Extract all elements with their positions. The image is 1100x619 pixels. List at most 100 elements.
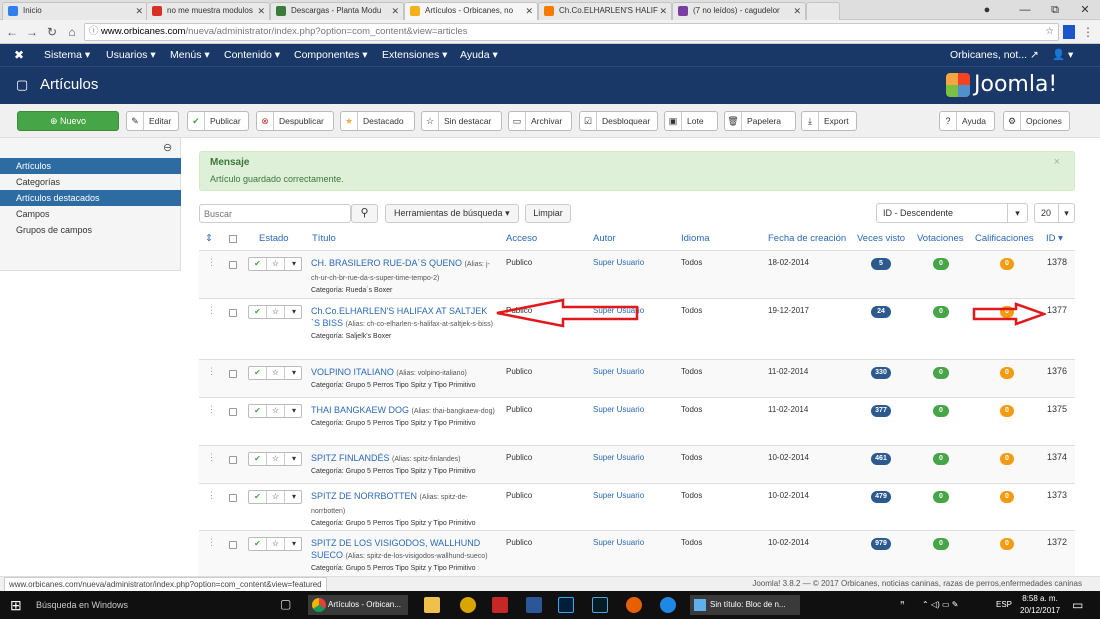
minimize-button[interactable]: —: [1010, 0, 1040, 20]
row-checkbox[interactable]: [229, 261, 237, 269]
col-author[interactable]: Autor: [593, 233, 616, 244]
export-button[interactable]: ⤓ Export: [801, 111, 857, 131]
published-check-icon[interactable]: ✔: [249, 306, 267, 318]
unpublish-button[interactable]: ⊗ Despublicar: [256, 111, 334, 131]
actions-dropdown-icon[interactable]: ▾: [285, 491, 303, 503]
site-link[interactable]: Orbicanes, not... ↗: [950, 44, 1039, 66]
new-tab-button[interactable]: [806, 2, 840, 20]
published-check-icon[interactable]: ✔: [249, 367, 267, 379]
menu-usuarios[interactable]: Usuarios ▾: [106, 44, 156, 66]
row-checkbox[interactable]: [229, 370, 237, 378]
featured-star-icon[interactable]: ☆: [267, 306, 285, 318]
actions-dropdown-icon[interactable]: ▾: [285, 405, 303, 417]
close-window-button[interactable]: ✕: [1070, 0, 1100, 20]
taskbar-notepad-app[interactable]: Sin título: Bloc de n...: [690, 595, 800, 615]
close-icon[interactable]: ✕: [659, 3, 667, 19]
menu-sistema[interactable]: Sistema ▾: [44, 44, 90, 66]
col-hits[interactable]: Veces visto: [857, 233, 905, 244]
close-icon[interactable]: ✕: [257, 3, 265, 19]
menu-contenido[interactable]: Contenido ▾: [224, 44, 280, 66]
batch-button[interactable]: ▣ Lote: [664, 111, 718, 131]
home-icon[interactable]: ⌂: [64, 23, 80, 41]
photoshop-icon[interactable]: [558, 597, 574, 613]
author-link[interactable]: Super Usuario: [593, 538, 644, 547]
col-id[interactable]: ID ▾: [1046, 233, 1063, 244]
actions-dropdown-icon[interactable]: ▾: [285, 306, 303, 318]
new-button[interactable]: ⊕ Nuevo: [17, 111, 119, 131]
browser-tab-1[interactable]: no me muestra modulos ✕: [146, 2, 270, 20]
info-icon[interactable]: ⓘ: [89, 24, 99, 40]
article-title-link[interactable]: SPITZ FINLANDÉS: [311, 453, 390, 463]
file-explorer-icon[interactable]: [424, 597, 440, 613]
menu-extensiones[interactable]: Extensiones ▾: [382, 44, 447, 66]
actions-dropdown-icon[interactable]: ▾: [285, 367, 303, 379]
published-check-icon[interactable]: ✔: [249, 491, 267, 503]
col-date[interactable]: Fecha de creación: [768, 233, 846, 244]
edge-icon[interactable]: [660, 597, 676, 613]
featured-star-icon[interactable]: ☆: [267, 405, 285, 417]
col-title[interactable]: Título: [312, 233, 336, 244]
edit-button[interactable]: ✎ Editar: [126, 111, 179, 131]
author-link[interactable]: Super Usuario: [593, 367, 644, 376]
col-language[interactable]: Idioma: [681, 233, 710, 244]
limit-select[interactable]: 20 ▾: [1034, 203, 1075, 223]
author-link[interactable]: Super Usuario: [593, 405, 644, 414]
drag-handle-icon[interactable]: ⋮: [207, 257, 216, 268]
row-checkbox[interactable]: [229, 408, 237, 416]
featured-button[interactable]: ★ Destacado: [340, 111, 415, 131]
people-icon[interactable]: ꟸ: [900, 595, 905, 615]
article-title-link[interactable]: SPITZ DE NORRBOTTEN: [311, 491, 417, 501]
firefox-icon[interactable]: [626, 597, 642, 613]
browser-tab-0[interactable]: Inicio ✕: [2, 2, 148, 20]
taskbar-chrome-app[interactable]: Artículos - Orbican...: [308, 595, 408, 615]
close-icon[interactable]: ×: [1054, 156, 1060, 168]
featured-star-icon[interactable]: ☆: [267, 367, 285, 379]
lightroom-icon[interactable]: [592, 597, 608, 613]
sidebar-item-categorias[interactable]: Categorías: [0, 174, 181, 190]
author-link[interactable]: Super Usuario: [593, 453, 644, 462]
published-check-icon[interactable]: ✔: [249, 405, 267, 417]
browser-tab-3[interactable]: Artículos - Orbicanes, no ✕: [404, 2, 538, 20]
ordering-sort-icon[interactable]: ⇕: [205, 233, 213, 244]
published-check-icon[interactable]: ✔: [249, 538, 267, 550]
sidebar-item-articulos[interactable]: Artículos: [0, 158, 181, 174]
menu-menus[interactable]: Menús ▾: [170, 44, 210, 66]
drag-handle-icon[interactable]: ⋮: [207, 452, 216, 463]
col-access[interactable]: Acceso: [506, 233, 537, 244]
row-checkbox[interactable]: [229, 309, 237, 317]
author-link[interactable]: Super Usuario: [593, 258, 644, 267]
actions-dropdown-icon[interactable]: ▾: [285, 453, 303, 465]
published-check-icon[interactable]: ✔: [249, 453, 267, 465]
browser-tab-5[interactable]: (7 no leídos) - cagudelor ✕: [672, 2, 806, 20]
search-tools-button[interactable]: Herramientas de búsqueda ▾: [385, 204, 519, 223]
author-link[interactable]: Super Usuario: [593, 491, 644, 500]
drag-handle-icon[interactable]: ⋮: [207, 490, 216, 501]
featured-star-icon[interactable]: ☆: [267, 258, 285, 270]
sidebar-item-destacados[interactable]: Artículos destacados: [0, 190, 181, 206]
windows-start-icon[interactable]: ⊞: [10, 597, 22, 614]
notifications-icon[interactable]: ▭: [1072, 595, 1083, 615]
published-check-icon[interactable]: ✔: [249, 258, 267, 270]
word-icon[interactable]: [526, 597, 542, 613]
filezilla-icon[interactable]: [492, 597, 508, 613]
search-input[interactable]: [199, 204, 351, 223]
row-checkbox[interactable]: [229, 494, 237, 502]
browser-tab-4[interactable]: Ch.Co.ELHARLEN'S HALIF ✕: [538, 2, 672, 20]
drag-handle-icon[interactable]: ⋮: [207, 305, 216, 316]
close-icon[interactable]: ✕: [525, 3, 533, 19]
featured-star-icon[interactable]: ☆: [267, 491, 285, 503]
reload-icon[interactable]: ↻: [44, 23, 60, 41]
clear-button[interactable]: Limpiar: [525, 204, 571, 223]
sidebar-item-campos[interactable]: Campos: [0, 206, 181, 222]
drag-handle-icon[interactable]: ⋮: [207, 366, 216, 377]
article-title-link[interactable]: THAI BANGKAEW DOG: [311, 405, 409, 415]
article-title-link[interactable]: CH. BRASILERO RUE-DA´S QUENO: [311, 258, 462, 268]
drag-handle-icon[interactable]: ⋮: [207, 537, 216, 548]
language-indicator[interactable]: ESP: [996, 595, 1012, 615]
unfeatured-button[interactable]: ☆ Sin destacar: [421, 111, 502, 131]
task-view-icon[interactable]: ▢: [280, 597, 291, 611]
drag-handle-icon[interactable]: ⋮: [207, 404, 216, 415]
app-icon[interactable]: [460, 597, 476, 613]
archive-button[interactable]: ▭ Archivar: [508, 111, 572, 131]
select-all-checkbox[interactable]: [229, 235, 237, 243]
